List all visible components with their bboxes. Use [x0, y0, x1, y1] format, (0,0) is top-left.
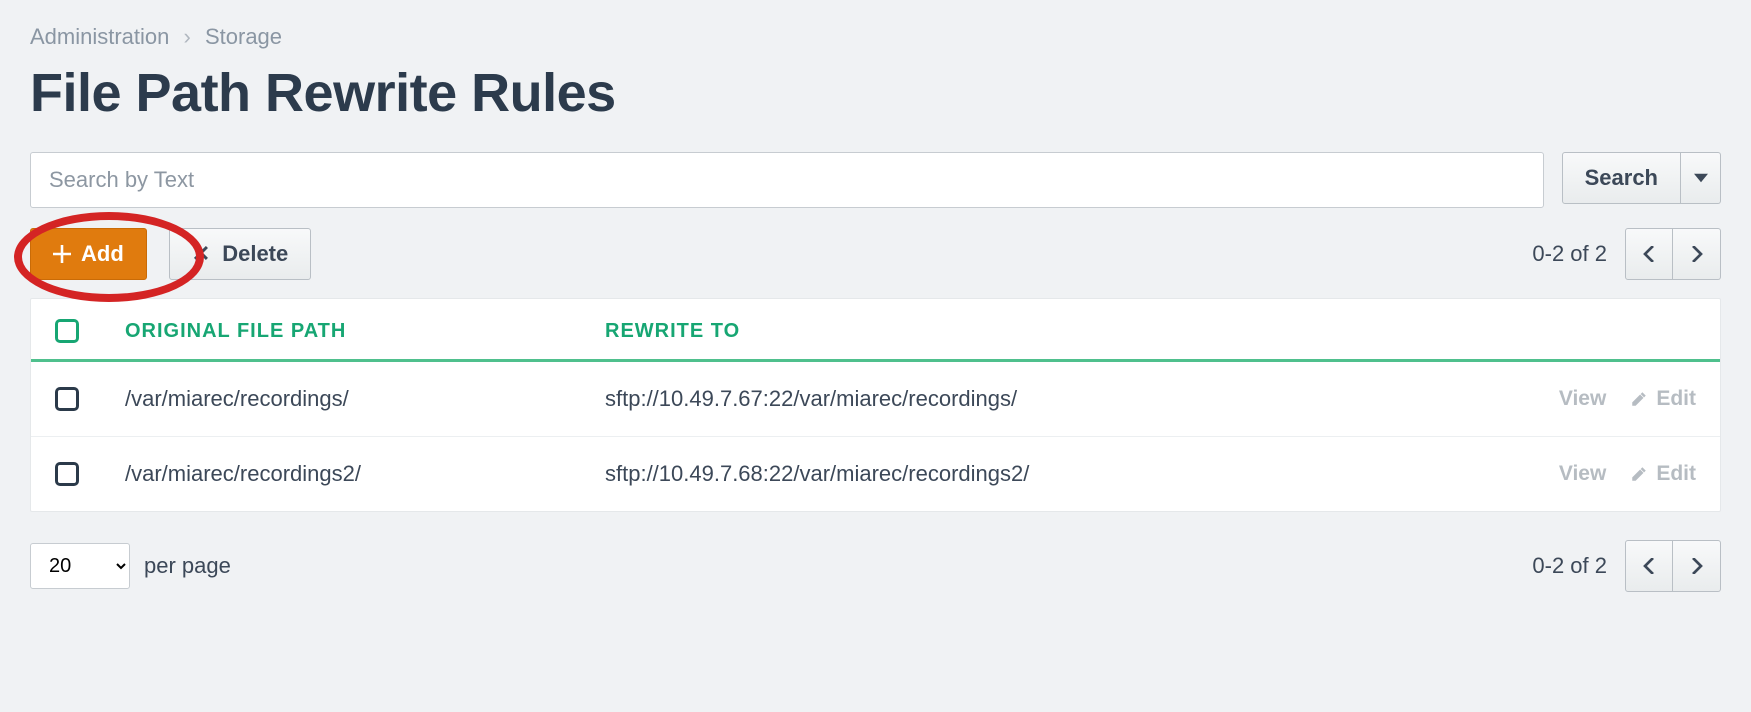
view-link[interactable]: View — [1559, 462, 1606, 486]
row-checkbox[interactable] — [55, 462, 79, 486]
edit-link[interactable]: Edit — [1630, 462, 1696, 486]
next-page-button[interactable] — [1673, 228, 1721, 280]
caret-down-icon — [1694, 171, 1708, 185]
edit-icon — [1630, 465, 1648, 483]
close-icon: ✕ — [192, 241, 210, 267]
cell-rewrite-to: sftp://10.49.7.68:22/var/miarec/recordin… — [605, 461, 1466, 487]
search-dropdown-toggle[interactable] — [1681, 152, 1721, 204]
prev-page-button-bottom[interactable] — [1625, 540, 1673, 592]
add-button[interactable]: Add — [30, 228, 147, 280]
plus-icon — [53, 245, 71, 263]
delete-button[interactable]: ✕ Delete — [169, 228, 311, 280]
table-header: ORIGINAL FILE PATH REWRITE TO — [31, 299, 1720, 362]
row-checkbox[interactable] — [55, 387, 79, 411]
search-input[interactable] — [30, 152, 1544, 208]
edit-icon — [1630, 390, 1648, 408]
table-row: /var/miarec/recordings2/sftp://10.49.7.6… — [31, 436, 1720, 511]
per-page-select[interactable]: 20 — [30, 543, 130, 589]
edit-link-label: Edit — [1656, 387, 1696, 411]
breadcrumb-storage[interactable]: Storage — [205, 24, 282, 49]
next-page-button-bottom[interactable] — [1673, 540, 1721, 592]
edit-link-label: Edit — [1656, 462, 1696, 486]
chevron-left-icon — [1641, 558, 1657, 574]
page-title: File Path Rewrite Rules — [30, 62, 1721, 124]
select-all-checkbox[interactable] — [55, 319, 79, 343]
view-link[interactable]: View — [1559, 387, 1606, 411]
prev-page-button[interactable] — [1625, 228, 1673, 280]
chevron-left-icon — [1641, 246, 1657, 262]
column-header-original[interactable]: ORIGINAL FILE PATH — [125, 320, 605, 343]
breadcrumb: Administration › Storage — [30, 24, 1721, 50]
rules-table: ORIGINAL FILE PATH REWRITE TO /var/miare… — [30, 298, 1721, 512]
pagination-range-bottom: 0-2 of 2 — [1532, 553, 1607, 579]
table-row: /var/miarec/recordings/sftp://10.49.7.67… — [31, 362, 1720, 436]
cell-rewrite-to: sftp://10.49.7.67:22/var/miarec/recordin… — [605, 386, 1466, 412]
per-page-label: per page — [144, 553, 231, 579]
chevron-right-icon — [1689, 558, 1705, 574]
chevron-right-icon — [1689, 246, 1705, 262]
pagination-range-top: 0-2 of 2 — [1532, 241, 1607, 267]
cell-original-path: /var/miarec/recordings/ — [125, 386, 605, 412]
chevron-right-icon: › — [184, 24, 191, 50]
delete-button-label: Delete — [222, 241, 288, 267]
column-header-rewrite[interactable]: REWRITE TO — [605, 320, 1466, 343]
cell-original-path: /var/miarec/recordings2/ — [125, 461, 605, 487]
breadcrumb-administration[interactable]: Administration — [30, 24, 169, 49]
search-button[interactable]: Search — [1562, 152, 1681, 204]
edit-link[interactable]: Edit — [1630, 387, 1696, 411]
add-button-label: Add — [81, 241, 124, 267]
